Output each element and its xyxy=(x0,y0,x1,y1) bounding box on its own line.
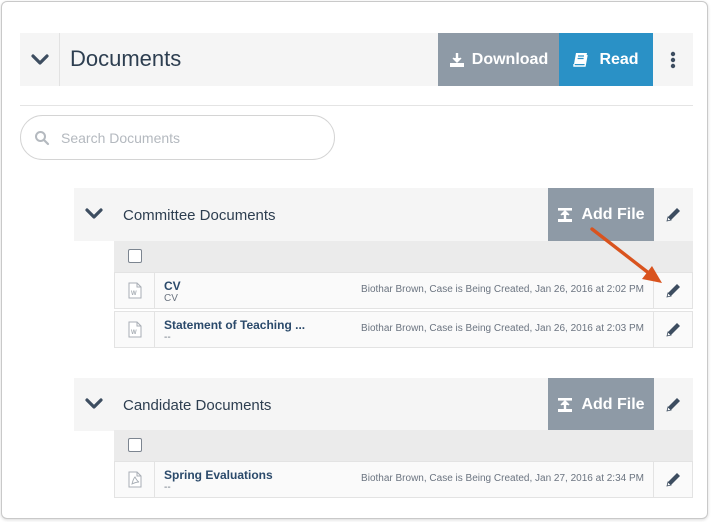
header-divider xyxy=(20,105,693,106)
file-name-link[interactable]: CV xyxy=(164,279,181,293)
chevron-down-icon xyxy=(85,208,103,219)
upload-icon xyxy=(558,397,573,412)
pencil-icon xyxy=(665,473,680,487)
edit-group-button[interactable] xyxy=(654,378,693,431)
file-type-cell xyxy=(115,462,155,497)
file-type-cell: W xyxy=(115,273,155,308)
file-meta: Biothar Brown, Case is Being Created, Ja… xyxy=(361,323,644,334)
file-meta: Biothar Brown, Case is Being Created, Ja… xyxy=(361,284,644,295)
collapse-documents-button[interactable] xyxy=(20,33,60,86)
committee-documents-header: Committee Documents Add File xyxy=(74,188,693,241)
select-all-checkbox[interactable] xyxy=(128,249,142,263)
group-title: Committee Documents xyxy=(123,207,276,224)
pencil-icon xyxy=(666,208,680,222)
chevron-down-icon xyxy=(30,53,49,65)
more-options-button[interactable] xyxy=(653,33,693,86)
read-label: Read xyxy=(599,50,639,68)
collapse-committee-button[interactable] xyxy=(82,202,106,226)
download-label: Download xyxy=(471,50,549,68)
file-subtitle: -- xyxy=(164,482,171,493)
edit-file-button[interactable] xyxy=(653,462,692,497)
collapse-candidate-button[interactable] xyxy=(82,392,106,416)
word-file-icon: W xyxy=(128,282,141,299)
upload-icon xyxy=(558,207,573,222)
pencil-icon xyxy=(665,323,680,337)
file-name-link[interactable]: Spring Evaluations xyxy=(164,468,273,482)
svg-text:W: W xyxy=(131,291,137,297)
add-file-button[interactable]: Add File xyxy=(548,188,654,241)
file-meta: Biothar Brown, Case is Being Created, Ja… xyxy=(361,473,644,484)
edit-file-button[interactable] xyxy=(653,312,692,347)
file-row[interactable]: W CV CV Biothar Brown, Case is Being Cre… xyxy=(114,272,693,309)
add-file-label: Add File xyxy=(581,205,645,223)
svg-text:W: W xyxy=(131,330,137,336)
group-title: Candidate Documents xyxy=(123,397,272,414)
file-subtitle: CV xyxy=(164,293,178,304)
file-type-cell: W xyxy=(115,312,155,347)
chevron-down-icon xyxy=(85,398,103,409)
more-vertical-icon xyxy=(670,51,676,68)
edit-file-button[interactable] xyxy=(653,273,692,308)
select-all-row xyxy=(114,241,693,272)
download-icon xyxy=(449,52,464,67)
documents-header: Documents Download Read xyxy=(20,33,693,86)
search-input[interactable] xyxy=(61,126,321,150)
page-title: Documents xyxy=(70,46,182,71)
search-box xyxy=(20,115,335,160)
file-row[interactable]: Spring Evaluations -- Biothar Brown, Cas… xyxy=(114,461,693,498)
word-file-icon: W xyxy=(128,321,141,338)
add-file-button[interactable]: Add File xyxy=(548,378,654,431)
edit-group-button[interactable] xyxy=(654,188,693,241)
file-name-link[interactable]: Statement of Teaching ... xyxy=(164,318,305,332)
pencil-icon xyxy=(666,398,680,412)
pdf-file-icon xyxy=(128,471,141,488)
search-icon xyxy=(35,131,50,146)
download-button[interactable]: Download xyxy=(438,33,559,86)
candidate-documents-header: Candidate Documents Add File xyxy=(74,378,693,431)
pencil-icon xyxy=(665,284,680,298)
select-all-row xyxy=(114,430,693,461)
book-icon xyxy=(573,53,589,67)
select-all-checkbox[interactable] xyxy=(128,438,142,452)
read-button[interactable]: Read xyxy=(559,33,653,86)
add-file-label: Add File xyxy=(581,395,645,413)
file-subtitle: -- xyxy=(164,332,171,343)
file-row[interactable]: W Statement of Teaching ... -- Biothar B… xyxy=(114,311,693,348)
